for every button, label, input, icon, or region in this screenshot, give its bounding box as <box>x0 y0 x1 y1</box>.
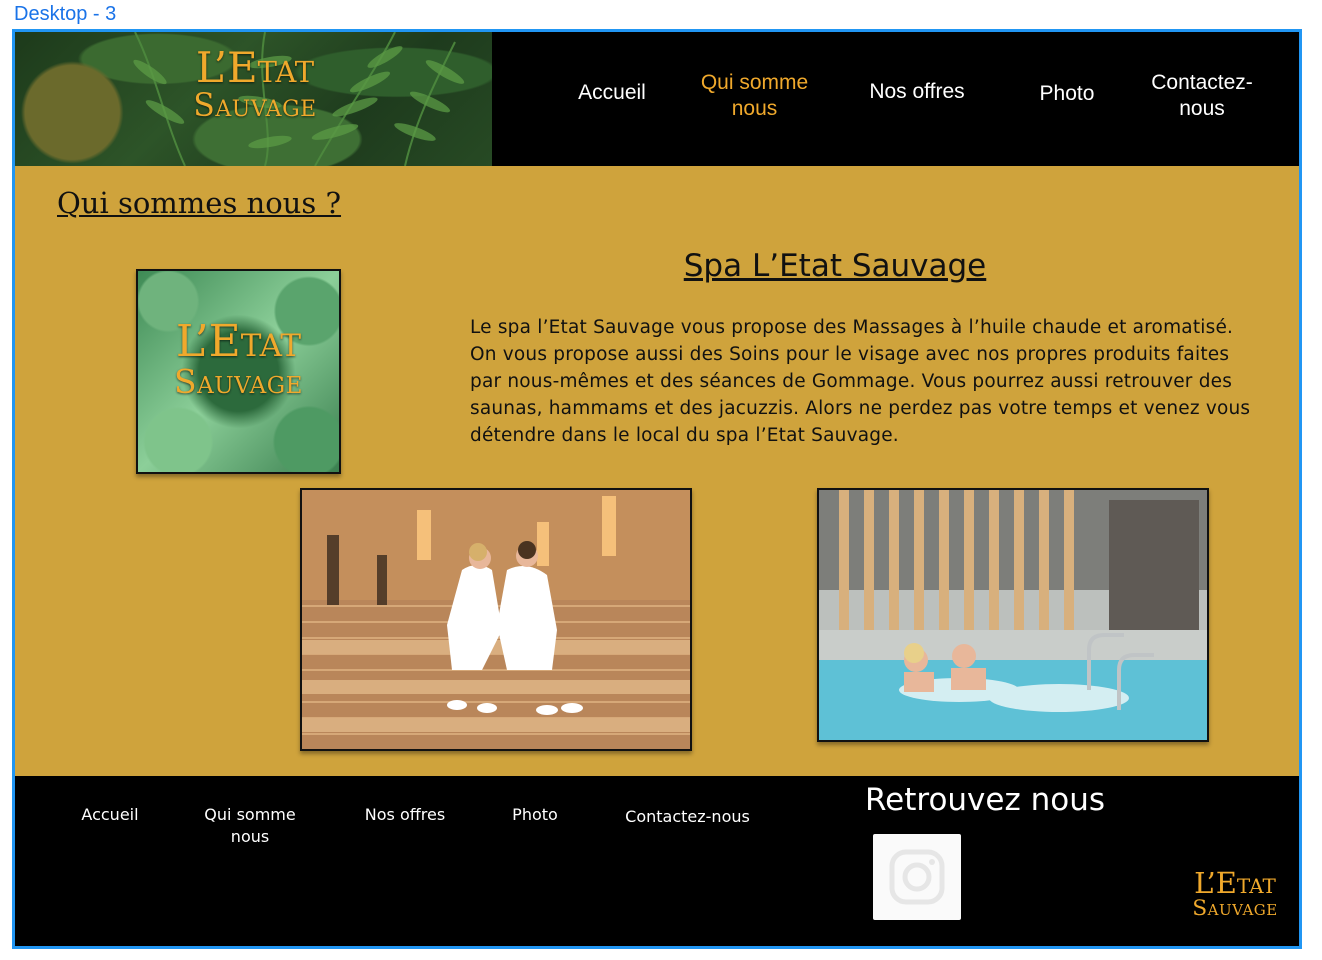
logo-line2: Sauvage <box>193 88 317 125</box>
page-frame: L’Etat Sauvage Accueil Qui somme nous No… <box>12 29 1302 949</box>
footer-logo[interactable]: L’Etat Sauvage <box>1165 866 1299 922</box>
nav-nos-offres[interactable]: Nos offres <box>852 79 982 105</box>
footer-nav-nos-offres[interactable]: Nos offres <box>350 804 460 826</box>
frame-label: Desktop - 3 <box>14 3 117 25</box>
nav-contactez-nous[interactable]: Contactez-nous <box>1132 70 1272 122</box>
logo-image: L’Etat Sauvage <box>136 269 341 474</box>
logo-box-line1: L’Etat <box>175 316 302 367</box>
footer-nav-photo[interactable]: Photo <box>495 804 575 826</box>
header: L’Etat Sauvage Accueil Qui somme nous No… <box>15 32 1299 166</box>
sauna-illustration <box>302 490 690 732</box>
nav-accueil[interactable]: Accueil <box>562 80 662 106</box>
retrouvez-nous-title: Retrouvez nous <box>865 782 1106 818</box>
spa-title: Spa L’Etat Sauvage <box>683 248 987 284</box>
footer-logo-line1: L’Etat <box>1194 866 1276 900</box>
header-banner: L’Etat Sauvage <box>15 32 492 166</box>
jacuzzi-illustration <box>819 490 1207 740</box>
footer-nav-accueil[interactable]: Accueil <box>65 804 155 826</box>
header-logo[interactable]: L’Etat Sauvage <box>155 43 355 125</box>
logo-box-text: L’Etat Sauvage <box>138 316 339 402</box>
footer: Accueil Qui somme nous Nos offres Photo … <box>15 776 1299 946</box>
logo-line1: L’Etat <box>195 43 315 92</box>
main-nav: Accueil Qui somme nous Nos offres Photo … <box>492 32 1299 166</box>
jacuzzi-photo <box>817 488 1209 742</box>
footer-logo-line2: Sauvage <box>1192 896 1278 922</box>
spa-description: Le spa l’Etat Sauvage vous propose des M… <box>470 317 1251 446</box>
nav-photo[interactable]: Photo <box>1022 81 1112 107</box>
footer-nav-contactez-nous[interactable]: Contactez-nous <box>610 806 765 828</box>
logo-box-line2: Sauvage <box>174 362 303 402</box>
footer-nav-qui-somme-nous[interactable]: Qui somme nous <box>195 804 305 848</box>
instagram-icon <box>889 849 945 905</box>
instagram-button[interactable] <box>873 834 961 920</box>
nav-qui-somme-nous[interactable]: Qui somme nous <box>687 70 822 122</box>
sauna-photo <box>300 488 692 751</box>
section-title: Qui sommes nous ? <box>57 186 342 220</box>
